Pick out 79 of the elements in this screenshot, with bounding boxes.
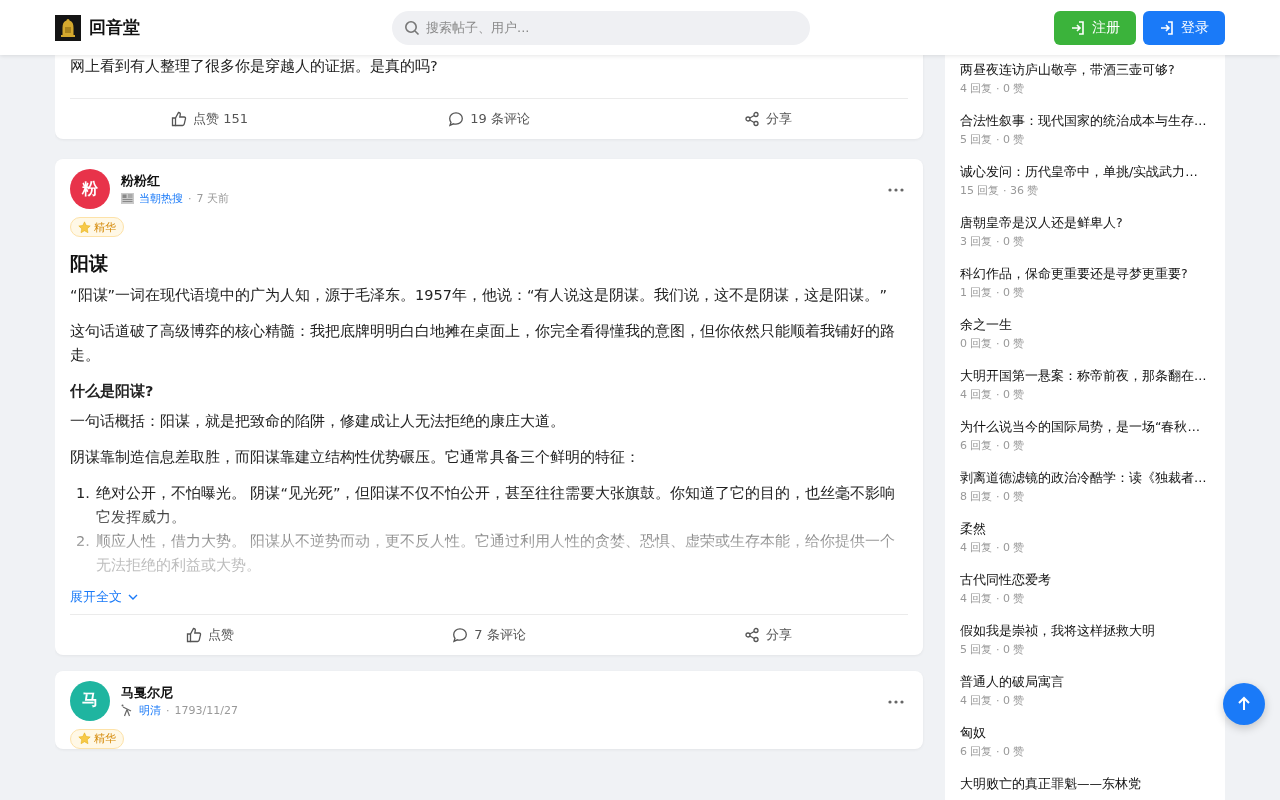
topic-link[interactable]: 余之一生 (960, 316, 1215, 334)
featured-badge: 精华 (70, 728, 124, 749)
topic-stats: 3 回复 · 0 赞 (960, 234, 1026, 250)
share-icon (744, 626, 761, 643)
post-time: 1793/11/27 (174, 703, 238, 717)
topic-stats: 6 回复 · 0 赞 (960, 744, 1026, 760)
speech-bubble-icon (448, 111, 465, 127)
topic-link[interactable]: 大明败亡的真正罪魁——东林党 (960, 775, 1215, 793)
share-button[interactable]: 分享 (628, 614, 908, 655)
comment-button[interactable]: 7 条评论 (349, 614, 629, 655)
post-paragraph: 这句话道破了高级博弈的核心精髓：我把底牌明明白白地摊在桌面上，你完全看得懂我的意图，但你依然只能顺着我铺好的路走。 (70, 321, 896, 365)
expand-link[interactable]: 展开全文 (70, 586, 138, 607)
topic-link[interactable]: 合法性叙事：现代国家的统治成本与生存… (960, 112, 1215, 130)
topic-stats: 4 回复 · 0 赞 (960, 591, 1026, 607)
topic-stats: 4 回复 · 0 赞 (960, 693, 1026, 709)
topic-link[interactable]: 假如我是崇祯，我将这样拯救大明 (960, 622, 1215, 640)
post-subheading: 什么是阳谋? (70, 381, 155, 401)
separator-dot: · (166, 703, 170, 717)
post-paragraph: 阴谋靠制造信息差取胜，而阳谋靠建立结构性优势碾压。它通常具备三个鲜明的特征： (70, 447, 641, 467)
topic-link[interactable]: 诚心发问：历代皇帝中，单挑/实战武力… (960, 163, 1215, 181)
featured-badge: 精华 (70, 217, 124, 237)
topic-stats: 8 回复 · 0 赞 (960, 489, 1026, 505)
separator-dot: · (188, 192, 192, 205)
author-name[interactable]: 粉粉红 (121, 172, 877, 190)
topic-stats: 1 回复 · 0 赞 (960, 285, 1026, 301)
topic-link[interactable]: 唐朝皇帝是汉人还是鲜卑人? (960, 214, 1215, 232)
share-button[interactable]: 分享 (628, 99, 908, 139)
topic-link[interactable]: 为什么说当今的国际局势，是一场“春秋… (960, 418, 1215, 436)
topic-stats: 4 回复 · 0 赞 (960, 540, 1026, 556)
topic-link[interactable]: 大明开国第一悬案：称帝前夜，那条翻在… (960, 367, 1215, 385)
speech-bubble-icon (452, 626, 469, 643)
topic-stats: 6 回复 · 0 赞 (960, 438, 1026, 454)
telescope-icon (121, 703, 134, 717)
topic-link[interactable]: 剥离道德滤镜的政治冷酷学：读《独裁者… (960, 469, 1215, 487)
post-paragraph: 一句话概括：阳谋，就是把致命的陷阱，修建成让人无法拒绝的康庄大道。 (70, 411, 566, 431)
more-icon[interactable] (888, 699, 904, 704)
list-number: 1. (76, 483, 90, 503)
channel-link[interactable]: 当朝热搜 (139, 191, 183, 206)
topic-link[interactable]: 匈奴 (960, 724, 1215, 742)
login-button[interactable]: 登录 (1143, 10, 1225, 45)
author-name[interactable]: 马戛尔尼 (121, 683, 877, 702)
login-icon (1159, 19, 1175, 36)
topic-stats: 5 回复 · 0 赞 (960, 642, 1026, 658)
bell-logo-icon (55, 14, 81, 41)
topic-stats: 4 回复 · 0 赞 (960, 387, 1026, 403)
star-icon (78, 220, 91, 234)
like-button[interactable]: 点赞 (70, 614, 350, 655)
post-title[interactable]: 阳谋 (70, 248, 908, 277)
topic-link[interactable]: 科幻作品，保命更重要还是寻梦更重要? (960, 265, 1215, 283)
star-icon (78, 732, 91, 745)
more-icon[interactable] (888, 188, 904, 192)
site-name[interactable]: 回音堂 (89, 16, 140, 39)
like-button[interactable]: 点赞 151 (70, 99, 350, 139)
topic-link[interactable]: 古代同性恋爱考 (960, 571, 1215, 589)
topic-stats: 15 回复 · 36 赞 (960, 183, 1040, 199)
chevron-down-icon (128, 593, 138, 600)
newspaper-icon (121, 193, 134, 204)
user-avatar[interactable]: 粉 (70, 169, 110, 209)
login-icon (1070, 19, 1086, 36)
list-number: 2. (76, 531, 90, 551)
topic-stats: 4 回复 · 0 赞 (960, 81, 1026, 97)
post-paragraph: 网上看到有人整理了很多你是穿越人的证据。是真的吗? (70, 57, 439, 76)
topic-stats: 5 回复 · 0 赞 (960, 132, 1026, 148)
thumbs-up-icon (185, 626, 202, 643)
post-time: 7 天前 (196, 191, 229, 206)
topic-link[interactable]: 普通人的破局寓言 (960, 673, 1215, 691)
channel-link[interactable]: 明清 (139, 702, 161, 718)
search-icon (404, 19, 420, 36)
post-paragraph: “阳谋”一词在现代语境中的广为人知，源于毛泽东。1957年，他说：“有人说这是阴谋。我们说，这不是阴谋，这是阳谋。” (70, 285, 888, 305)
list-item-text: 绝对公开，不怕曝光。 阴谋“见光死”，但阳谋不仅不怕公开，甚至往往需要大张旗鼓。你知道了它的目的，也丝毫不影响它发挥威力。 (95, 483, 897, 527)
share-icon (744, 111, 761, 127)
thumbs-up-icon (171, 111, 188, 127)
topic-stats: 0 回复 · 0 赞 (960, 336, 1026, 352)
comment-button[interactable]: 19 条评论 (349, 99, 629, 139)
topic-link[interactable]: 柔然 (960, 520, 1215, 538)
back-to-top-button[interactable] (1223, 683, 1265, 725)
arrow-up-icon (1236, 696, 1252, 712)
topic-link[interactable]: 两昼夜连访庐山敬亭，带酒三壶可够? (960, 61, 1215, 79)
search-field[interactable]: 搜索帖子、用户... (392, 10, 810, 45)
